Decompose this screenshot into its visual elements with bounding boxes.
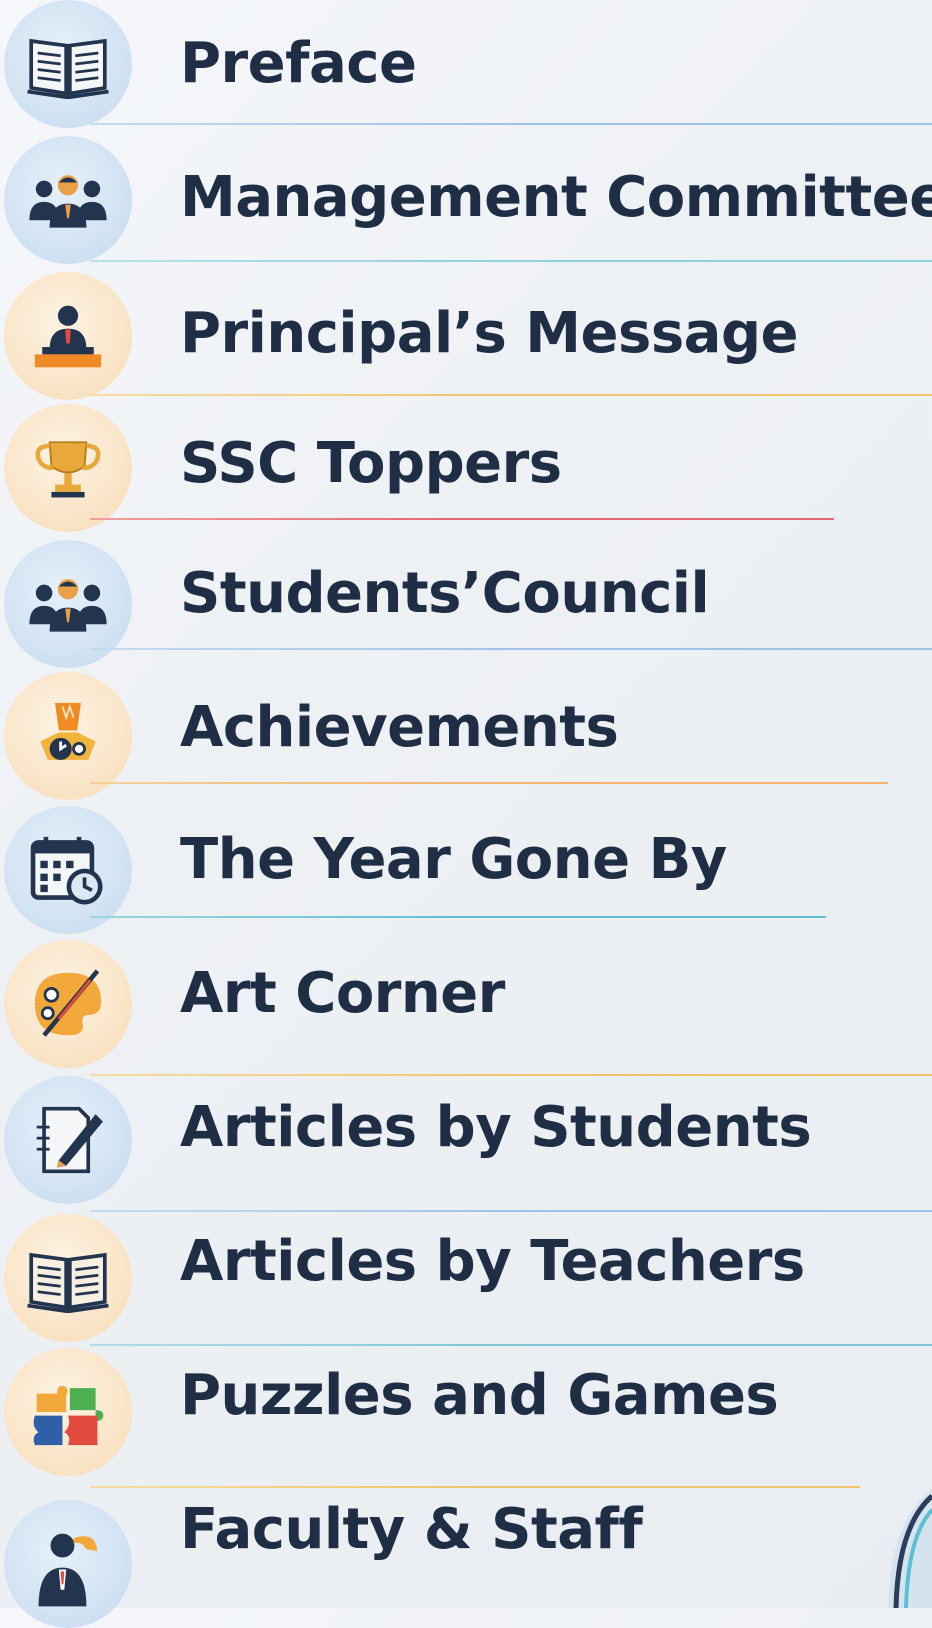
toc-item-articles-by-teachers[interactable]: Articles by Teachers: [0, 1214, 932, 1360]
toc-label: Students’Council: [180, 561, 710, 626]
divider-line: [90, 394, 932, 396]
divider-line: [90, 1074, 932, 1076]
teacher-icon: [4, 1500, 132, 1628]
toc-item-art-corner[interactable]: Art Corner: [0, 940, 932, 1088]
open-book-icon: [4, 0, 132, 128]
toc-item-management-committee[interactable]: Management Committee: [0, 136, 932, 272]
toc-item-faculty-and-staff[interactable]: Faculty & Staff: [0, 1496, 932, 1628]
open-book-icon: [4, 1214, 132, 1342]
divider-line: [90, 916, 826, 918]
divider-line: [90, 1486, 860, 1488]
toc-label: Articles by Teachers: [180, 1229, 805, 1294]
speaker-podium-icon: [4, 272, 132, 400]
toc-item-students-council[interactable]: Students’Council: [0, 540, 932, 680]
trophy-icon: [4, 404, 132, 532]
puzzle-pieces-icon: [4, 1348, 132, 1476]
toc-item-articles-by-students[interactable]: Articles by Students: [0, 1076, 932, 1224]
toc-label: Preface: [180, 31, 417, 96]
group-icon: [4, 136, 132, 264]
toc-item-principals-message[interactable]: Principal’s Message: [0, 272, 932, 408]
divider-line: [90, 1210, 932, 1212]
divider-line: [90, 260, 932, 262]
palette-brush-icon: [4, 940, 132, 1068]
decorative-globe-icon: [888, 1490, 932, 1608]
toc-label: Management Committee: [180, 165, 932, 230]
toc-label: Faculty & Staff: [180, 1497, 643, 1562]
toc-item-the-year-gone-by[interactable]: The Year Gone By: [0, 806, 932, 952]
toc-label: Art Corner: [180, 961, 505, 1026]
toc-label: SSC Toppers: [180, 431, 562, 496]
toc-label: The Year Gone By: [180, 827, 727, 892]
divider-line: [90, 518, 834, 520]
divider-line: [90, 782, 888, 784]
toc-item-puzzles-and-games[interactable]: Puzzles and Games: [0, 1348, 932, 1496]
pen-paper-icon: [4, 1076, 132, 1204]
table-of-contents: Preface Management Committee Principal’s…: [0, 0, 932, 1628]
toc-item-preface[interactable]: Preface: [0, 0, 932, 136]
toc-item-ssc-toppers[interactable]: SSC Toppers: [0, 404, 932, 544]
calendar-clock-icon: [4, 806, 132, 934]
divider-line: [90, 648, 932, 650]
toc-label: Puzzles and Games: [180, 1363, 779, 1428]
award-medal-icon: [4, 672, 132, 800]
divider-line: [90, 123, 932, 125]
toc-label: Principal’s Message: [180, 301, 799, 366]
toc-item-achievements[interactable]: Achievements: [0, 672, 932, 816]
toc-label: Articles by Students: [180, 1095, 812, 1160]
toc-label: Achievements: [180, 695, 619, 760]
divider-line: [90, 1344, 932, 1346]
